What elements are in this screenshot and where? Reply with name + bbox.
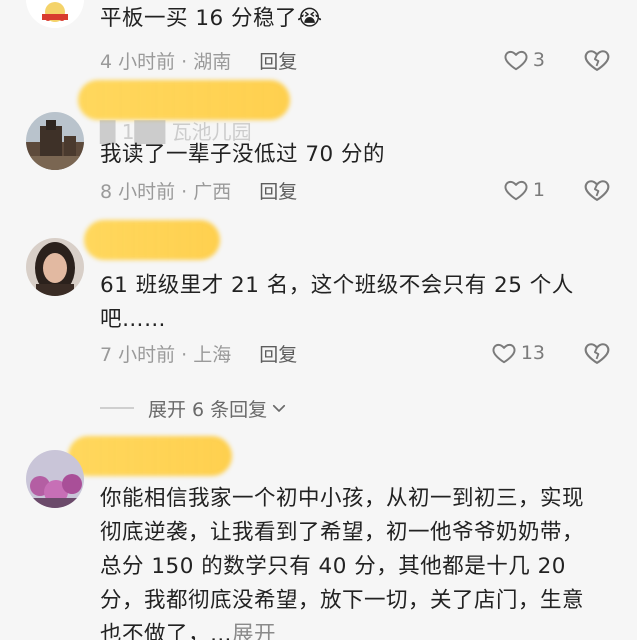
- username-redaction: [78, 80, 290, 120]
- broken-heart-icon[interactable]: [583, 339, 611, 367]
- comment-time-location: 4 小时前 · 湖南: [100, 50, 232, 73]
- broken-heart-icon[interactable]: [583, 46, 611, 74]
- mascot-avatar-image: [26, 0, 84, 28]
- divider: [100, 407, 134, 409]
- expand-comment-link[interactable]: 展开: [232, 622, 276, 640]
- like-count: 3: [532, 49, 545, 71]
- comment-time-location: 8 小时前 · 广西: [100, 180, 232, 203]
- comment-text: 你能相信我家一个初中小孩，从初一到初三，实现彻底逆袭，让我看到了希望，初一他爷爷…: [100, 482, 600, 640]
- comment-time-location: 7 小时前 · 上海: [100, 343, 232, 366]
- like-button[interactable]: 1: [503, 175, 545, 205]
- heart-icon: [504, 50, 528, 71]
- comment-text-body: 你能相信我家一个初中小孩，从初一到初三，实现彻底逆袭，让我看到了希望，初一他爷爷…: [100, 486, 585, 640]
- castle-avatar-image: [26, 112, 84, 170]
- avatar[interactable]: [26, 112, 84, 170]
- comment-meta: 7 小时前 · 上海 回复: [100, 338, 297, 368]
- woman-avatar-image: [26, 238, 84, 296]
- comment-list: 平板一买 16 分稳了😭 4 小时前 · 湖南 回复 3 █ 1██ 瓦池儿园: [0, 0, 637, 640]
- username-redaction: [84, 220, 220, 260]
- comment-text: 我读了一辈子没低过 70 分的: [100, 142, 386, 167]
- avatar[interactable]: [26, 0, 84, 28]
- reply-button[interactable]: 回复: [259, 340, 297, 367]
- comment-text: 61 班级里才 21 名，这个班级不会只有 25 个人吧……: [100, 273, 574, 332]
- comment-meta: 8 小时前 · 广西 回复: [100, 175, 297, 205]
- username-redaction: [68, 436, 232, 476]
- reply-button[interactable]: 回复: [259, 47, 297, 74]
- like-button[interactable]: 3: [503, 45, 545, 75]
- like-count: 1: [532, 179, 545, 201]
- heart-icon: [492, 343, 516, 364]
- expand-replies[interactable]: 展开 6 条回复: [100, 393, 288, 423]
- comment-meta: 4 小时前 · 湖南 回复: [100, 45, 297, 75]
- reply-button[interactable]: 回复: [259, 177, 297, 204]
- expand-replies-label[interactable]: 展开 6 条回复: [148, 395, 267, 422]
- heart-icon: [504, 180, 528, 201]
- like-button[interactable]: 13: [491, 338, 545, 368]
- chevron-down-icon: [273, 404, 286, 412]
- broken-heart-icon[interactable]: [583, 176, 611, 204]
- avatar[interactable]: [26, 450, 84, 508]
- avatar[interactable]: [26, 238, 84, 296]
- flowers-avatar-image: [26, 450, 84, 508]
- like-count: 13: [520, 342, 545, 364]
- comment-text: 平板一买 16 分稳了😭: [100, 6, 323, 31]
